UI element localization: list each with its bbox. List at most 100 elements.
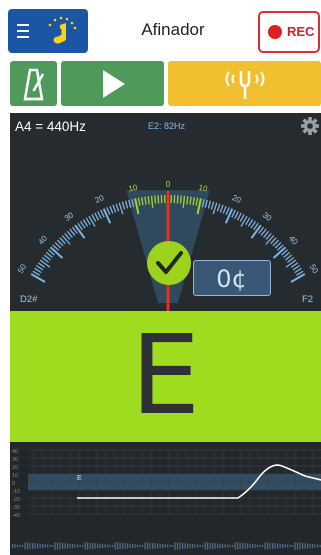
- waveform-bar: [79, 544, 81, 548]
- waveform-bar: [84, 542, 86, 550]
- checkmark-icon: [156, 251, 183, 274]
- dial-scale-label: 0: [166, 180, 171, 189]
- waveform-bar: [119, 542, 121, 550]
- waveform-bar: [104, 544, 106, 548]
- waveform-bar: [262, 545, 264, 547]
- waveform-bar: [129, 543, 131, 549]
- waveform-bar: [274, 543, 276, 549]
- waveform-bar: [237, 542, 239, 550]
- waveform-bar: [107, 544, 109, 548]
- waveform-bar: [157, 543, 159, 549]
- waveform-bar: [92, 543, 94, 549]
- waveform-bar: [314, 544, 316, 548]
- dial-tick: [179, 195, 182, 204]
- dial-tick: [207, 200, 212, 209]
- play-button[interactable]: [61, 61, 164, 106]
- waveform-bar: [234, 542, 236, 550]
- waveform-bar: [89, 542, 91, 550]
- waveform-bar: [189, 543, 191, 549]
- dial-tick: [176, 195, 179, 204]
- waveform-bar: [64, 543, 66, 549]
- waveform-bar: [127, 543, 129, 549]
- waveform-bar: [77, 544, 79, 548]
- note-panel: E: [10, 311, 321, 442]
- waveform-bar: [242, 543, 244, 549]
- waveform-bar: [217, 543, 219, 549]
- waveform-bar: [259, 544, 261, 548]
- waveform-bar: [152, 543, 154, 549]
- waveform-bar: [12, 544, 14, 548]
- dial-scale-label: 20: [231, 193, 243, 205]
- dial-tick: [61, 235, 71, 245]
- graph-y-label: 10: [12, 473, 18, 479]
- waveform-bar: [219, 543, 221, 549]
- in-tune-indicator: [147, 241, 191, 285]
- waveform-bar: [134, 544, 136, 548]
- dial-tick: [124, 200, 129, 209]
- waveform-bar: [294, 542, 296, 550]
- dial-tick: [245, 217, 251, 226]
- waveform-bar: [287, 544, 289, 548]
- waveform-bar: [209, 542, 211, 550]
- waveform-bar: [207, 542, 209, 550]
- waveform-bar: [179, 542, 181, 550]
- record-button[interactable]: REC: [258, 11, 320, 53]
- waveform-bar: [167, 544, 169, 548]
- waveform-bar: [144, 542, 146, 550]
- waveform-bar: [149, 542, 151, 550]
- top-bar: Afinador REC: [0, 0, 321, 60]
- dial-tick: [239, 214, 245, 222]
- waveform-bar: [42, 544, 44, 548]
- dial-tick: [212, 202, 218, 215]
- waveform-bar: [202, 545, 204, 547]
- dial-tick: [121, 201, 126, 210]
- waveform-bar: [212, 543, 214, 549]
- page-title: Afinador: [141, 20, 205, 39]
- waveform-bar: [307, 543, 309, 549]
- waveform-bar: [39, 543, 41, 549]
- waveform-bar: [137, 544, 139, 548]
- waveform-bar: [172, 545, 174, 547]
- dial-tick: [224, 208, 234, 224]
- graph-note-label: E: [77, 475, 82, 482]
- dial-scale-label: 50: [16, 262, 29, 275]
- dial-tick: [115, 203, 120, 212]
- note-frequency: E2: 82Hz: [148, 121, 186, 131]
- dial-tick: [97, 211, 102, 219]
- dial-scale-label: 30: [261, 210, 274, 223]
- waveform-bar: [47, 544, 49, 548]
- waveform-bar: [139, 544, 141, 548]
- dial-tick: [265, 235, 275, 245]
- graph-y-label: -30: [12, 505, 20, 511]
- waveform-bar: [17, 544, 19, 548]
- waveform-bar: [184, 543, 186, 549]
- gear-icon[interactable]: [300, 116, 320, 136]
- waveform-bar: [62, 543, 64, 549]
- metronome-button[interactable]: [10, 61, 57, 106]
- tuning-fork-button[interactable]: [168, 61, 321, 106]
- waveform-bar: [264, 542, 266, 550]
- waveform-bar: [29, 542, 31, 550]
- waveform-bar: [214, 543, 216, 549]
- waveform-bar: [312, 544, 314, 548]
- waveform-bar: [194, 544, 196, 548]
- dial-tick: [39, 259, 51, 268]
- reference-pitch[interactable]: A4 = 440Hz: [15, 119, 86, 134]
- waveform-bar: [159, 543, 161, 549]
- waveform-bar: [114, 542, 116, 550]
- play-icon: [103, 70, 125, 98]
- menu-button[interactable]: [8, 9, 88, 53]
- waveform-bar: [292, 545, 294, 547]
- graph-y-label: 40: [12, 449, 18, 455]
- waveform-bar: [304, 543, 306, 549]
- waveform-bar: [164, 544, 166, 548]
- waveform-bar: [32, 543, 34, 549]
- waveform-bar: [74, 544, 76, 548]
- dial-tick: [100, 209, 105, 218]
- waveform-bar: [244, 543, 246, 549]
- waveform-bar: [229, 544, 231, 548]
- control-bar: [0, 60, 321, 110]
- graph-y-label: 20: [12, 465, 18, 471]
- tuning-fork-icon: [225, 71, 265, 99]
- waveform-bar: [44, 544, 46, 548]
